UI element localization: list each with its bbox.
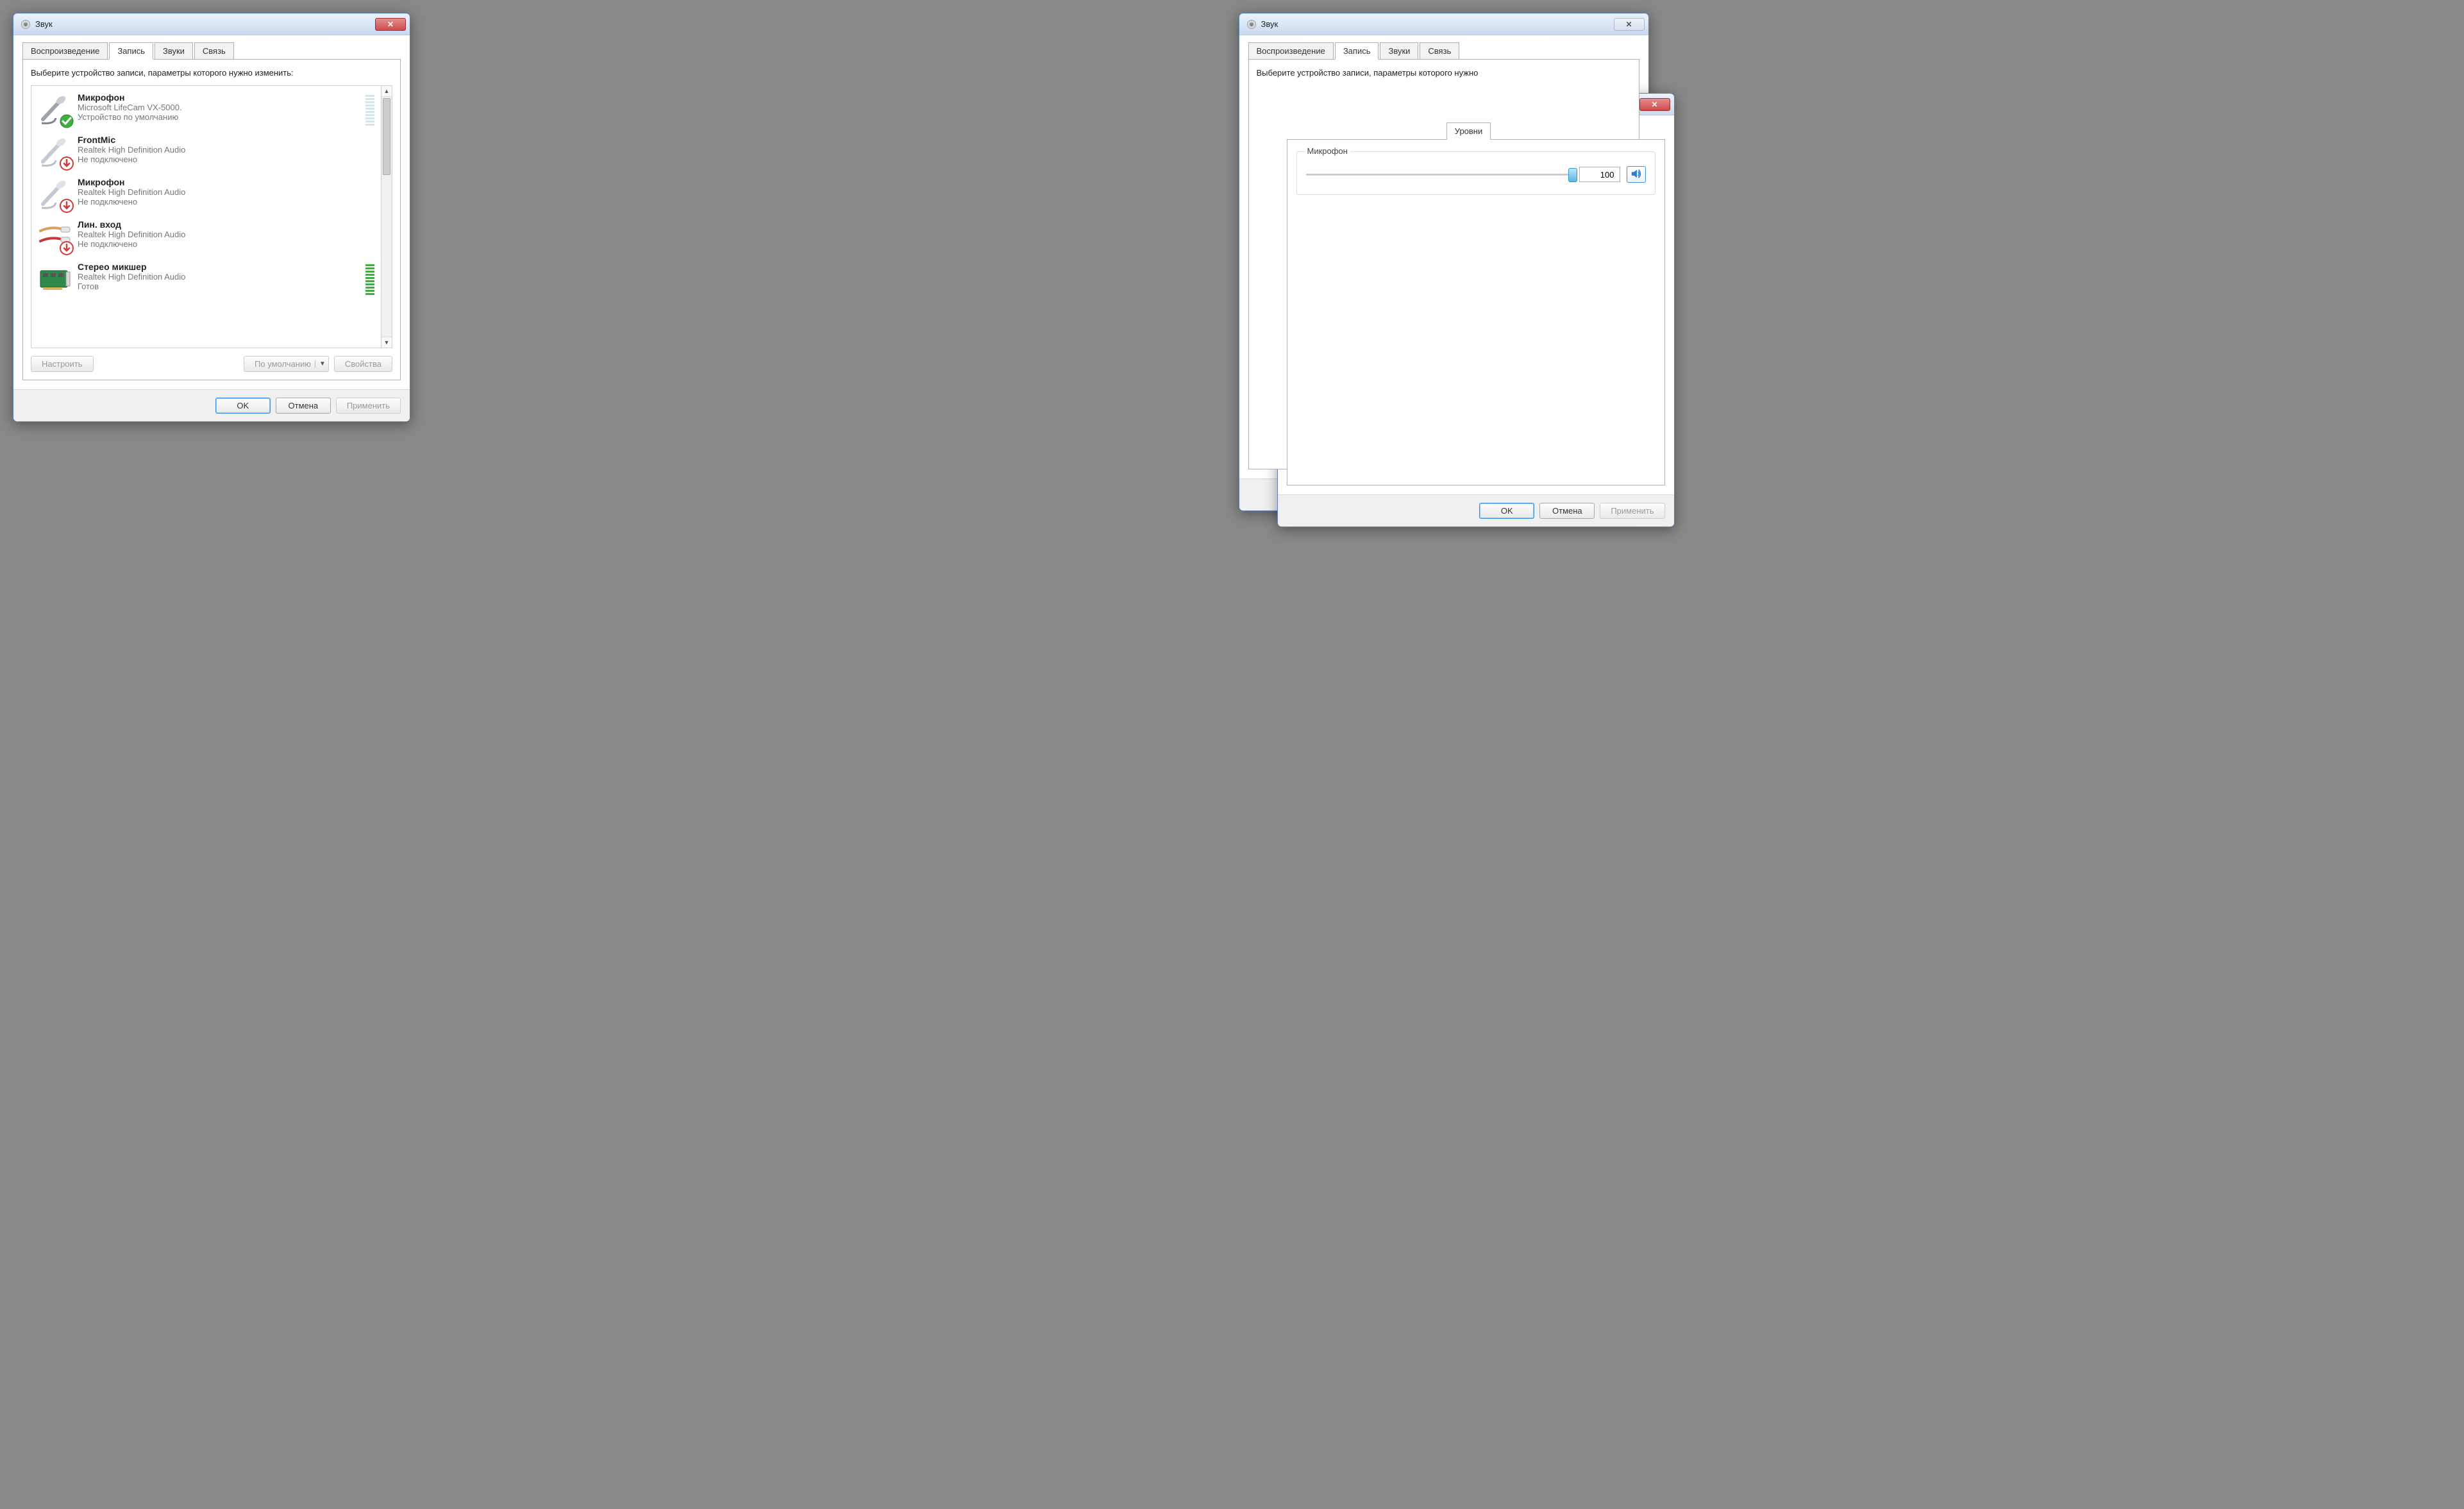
- device-status: Готов: [78, 282, 362, 291]
- level-meter: [365, 219, 374, 254]
- titlebar[interactable]: Звук ✕: [1239, 13, 1648, 35]
- speaker-icon: [1246, 19, 1257, 30]
- ok-button[interactable]: OK: [215, 398, 271, 414]
- device-text: Микрофон Microsoft LifeCam VX-5000. Устр…: [78, 92, 362, 122]
- apply-button[interactable]: Применить: [336, 398, 401, 414]
- tab-levels[interactable]: Уровни: [1446, 122, 1491, 140]
- client-area: Воспроизведение Запись Звуки Связь Выбер…: [13, 35, 410, 389]
- tabs-bar: Воспроизведение Запись Звуки Связь: [22, 42, 401, 60]
- tab-recording[interactable]: Запись: [109, 42, 153, 60]
- close-icon: ✕: [1625, 20, 1632, 29]
- configure-button[interactable]: Настроить: [31, 356, 94, 372]
- level-meter: [365, 135, 374, 169]
- device-text: Лин. вход Realtek High Definition Audio …: [78, 219, 362, 249]
- device-desc: Realtek High Definition Audio: [78, 187, 362, 197]
- dialog-footer: OK Отмена Применить: [1278, 494, 1674, 527]
- tab-sounds[interactable]: Звуки: [155, 42, 193, 60]
- level-meter: [365, 177, 374, 212]
- device-desc: Realtek High Definition Audio: [78, 230, 362, 239]
- apply-button[interactable]: Применить: [1600, 503, 1664, 519]
- line-in-icon: [38, 219, 72, 254]
- window-title: Звук: [1261, 19, 1614, 29]
- microphone-icon: [38, 92, 72, 127]
- device-status: Не подключено: [78, 197, 362, 207]
- tab-panel: Микрофон 100: [1287, 139, 1665, 485]
- mute-button[interactable]: [1627, 166, 1646, 183]
- panel-button-row: Настроить По умолчанию ▼ Свойства: [31, 356, 392, 372]
- instruction-text: Выберите устройство записи, параметры ко…: [31, 67, 392, 79]
- tabs-bar: Воспроизведение Запись Звуки Связь: [1248, 42, 1639, 60]
- instruction-text: Выберите устройство записи, параметры ко…: [1257, 67, 1631, 79]
- close-icon: ✕: [387, 20, 394, 29]
- device-item[interactable]: Микрофон Realtek High Definition Audio Н…: [33, 173, 380, 215]
- ok-button[interactable]: OK: [1479, 503, 1534, 519]
- slider-row: 100: [1306, 166, 1646, 183]
- device-desc: Realtek High Definition Audio: [78, 272, 362, 282]
- level-meter: [365, 92, 374, 127]
- slider-thumb[interactable]: [1568, 168, 1577, 182]
- speaker-icon: [1630, 168, 1642, 181]
- device-text: Микрофон Realtek High Definition Audio Н…: [78, 177, 362, 207]
- mic-properties-dialog: Свойства: Микрофон ✕ Общие Прослушать Ос…: [1277, 93, 1675, 527]
- arrow-down-badge-icon: [60, 241, 74, 255]
- device-item[interactable]: FrontMic Realtek High Definition Audio Н…: [33, 131, 380, 173]
- titlebar[interactable]: Звук ✕: [13, 13, 410, 35]
- microphone-icon: [38, 177, 72, 212]
- scroll-track[interactable]: [381, 176, 392, 337]
- chevron-down-icon: ▼: [315, 360, 326, 367]
- device-list-inner: Микрофон Microsoft LifeCam VX-5000. Устр…: [31, 86, 381, 348]
- mic-level-group: Микрофон 100: [1296, 151, 1655, 195]
- soundcard-icon: [38, 262, 72, 296]
- device-item[interactable]: Стерео микшер Realtek High Definition Au…: [33, 258, 380, 300]
- volume-value: 100: [1579, 167, 1620, 182]
- device-name: Лин. вход: [78, 219, 362, 230]
- level-meter: [365, 262, 374, 296]
- device-status: Не подключено: [78, 239, 362, 249]
- cancel-button[interactable]: Отмена: [1539, 503, 1595, 519]
- speaker-icon: [20, 19, 31, 30]
- device-text: FrontMic Realtek High Definition Audio Н…: [78, 135, 362, 164]
- close-button[interactable]: ✕: [1614, 18, 1645, 31]
- device-name: Микрофон: [78, 177, 362, 187]
- tab-playback[interactable]: Воспроизведение: [22, 42, 108, 60]
- scrollbar[interactable]: ▲ ▼: [381, 86, 392, 348]
- close-button[interactable]: ✕: [375, 18, 406, 31]
- tab-panel: Выберите устройство записи, параметры ко…: [22, 59, 401, 380]
- device-desc: Microsoft LifeCam VX-5000.: [78, 103, 362, 112]
- set-default-label: По умолчанию: [255, 359, 311, 369]
- set-default-button[interactable]: По умолчанию ▼: [244, 356, 329, 372]
- tab-playback[interactable]: Воспроизведение: [1248, 42, 1334, 60]
- microphone-icon: [38, 135, 72, 169]
- volume-slider[interactable]: [1306, 167, 1573, 182]
- device-item[interactable]: Микрофон Microsoft LifeCam VX-5000. Устр…: [33, 89, 380, 131]
- device-desc: Realtek High Definition Audio: [78, 145, 362, 155]
- device-name: FrontMic: [78, 135, 362, 145]
- tab-communications[interactable]: Связь: [1420, 42, 1459, 60]
- device-item[interactable]: Лин. вход Realtek High Definition Audio …: [33, 215, 380, 258]
- arrow-down-badge-icon: [60, 199, 74, 213]
- device-list: Микрофон Microsoft LifeCam VX-5000. Устр…: [31, 85, 392, 348]
- tab-recording[interactable]: Запись: [1335, 42, 1379, 60]
- client-area: Общие Прослушать Особые Уровни Дополните…: [1278, 115, 1674, 494]
- check-badge-icon: [60, 114, 74, 128]
- scroll-up-button[interactable]: ▲: [381, 86, 392, 97]
- arrow-down-badge-icon: [60, 156, 74, 171]
- properties-button[interactable]: Свойства: [334, 356, 392, 372]
- device-text: Стерео микшер Realtek High Definition Au…: [78, 262, 362, 291]
- cancel-button[interactable]: Отмена: [276, 398, 331, 414]
- scroll-thumb[interactable]: [383, 98, 390, 175]
- sound-dialog-window: Звук ✕ Воспроизведение Запись Звуки Связ…: [13, 13, 410, 422]
- scroll-down-button[interactable]: ▼: [381, 337, 392, 348]
- window-title: Звук: [35, 19, 375, 29]
- device-status: Устройство по умолчанию: [78, 112, 362, 122]
- device-status: Не подключено: [78, 155, 362, 164]
- mic-level-label: Микрофон: [1305, 146, 1350, 156]
- close-icon: ✕: [1651, 100, 1657, 109]
- device-name: Микрофон: [78, 92, 362, 103]
- tab-communications[interactable]: Связь: [194, 42, 234, 60]
- close-button[interactable]: ✕: [1639, 98, 1670, 111]
- dialog-footer: OK Отмена Применить: [13, 389, 410, 421]
- device-name: Стерео микшер: [78, 262, 362, 272]
- tab-sounds[interactable]: Звуки: [1380, 42, 1418, 60]
